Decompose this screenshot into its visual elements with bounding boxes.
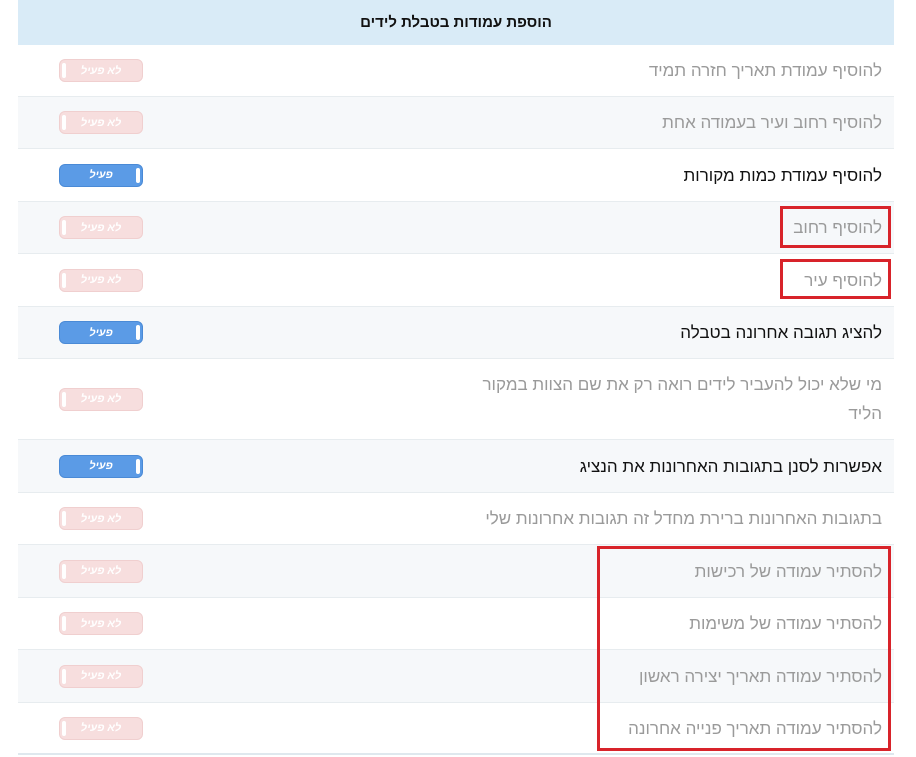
setting-label: להוסיף עיר	[804, 270, 882, 290]
setting-row-my-responses: בתגובות האחרונות ברירת מחדל זה תגובות אח…	[18, 493, 894, 545]
toggle-switch[interactable]: לא פעיל	[59, 612, 143, 635]
setting-label: להוסיף רחוב	[793, 218, 882, 237]
toggle-switch[interactable]: פעיל	[59, 454, 143, 478]
toggle-switch[interactable]: לא פעיל	[59, 59, 143, 82]
setting-label: להסתיר עמודה תאריך פנייה אחרונה	[628, 718, 882, 738]
settings-panel: הוספת עמודות בטבלת לידים להוסיף עמודת תא…	[18, 0, 894, 755]
setting-row-hide-purchases: להסתיר עמודה של רכישות לא פעיל	[18, 545, 894, 598]
setting-row-city: להוסיף עיר לא פעיל	[18, 254, 894, 307]
setting-label: בתגובות האחרונות ברירת מחדל זה תגובות אח…	[485, 509, 882, 528]
panel-title: הוספת עמודות בטבלת לידים	[18, 0, 894, 45]
setting-label: להוסיף רחוב ועיר בעמודה אחת	[662, 113, 882, 132]
setting-row-street-city: להוסיף רחוב ועיר בעמודה אחת לא פעיל	[18, 97, 894, 149]
setting-row-return-date: להוסיף עמודת תאריך חזרה תמיד לא פעיל	[18, 45, 894, 97]
toggle-switch[interactable]: לא פעיל	[59, 716, 143, 740]
toggle-switch[interactable]: לא פעיל	[59, 559, 143, 583]
setting-row-hide-tasks: להסתיר עמודה של משימות לא פעיל	[18, 598, 894, 650]
toggle-switch[interactable]: לא פעיל	[59, 664, 143, 688]
toggle-switch[interactable]: לא פעיל	[59, 111, 143, 134]
setting-row-team-name: מי שלא יכול להעביר לידים רואה רק את שם ה…	[18, 359, 894, 440]
setting-label: מי שלא יכול להעביר לידים רואה רק את שם ה…	[482, 375, 882, 423]
setting-label: להסתיר עמודה של משימות	[689, 614, 882, 633]
setting-row-last-response: להציג תגובה אחרונה בטבלה פעיל	[18, 307, 894, 359]
setting-label: להוסיף עמודת כמות מקורות	[683, 165, 882, 185]
setting-label: להוסיף עמודת תאריך חזרה תמיד	[648, 61, 882, 80]
setting-label: אפשרות לסנן בתגובות האחרונות את הנציג	[579, 456, 882, 476]
toggle-switch[interactable]: לא פעיל	[59, 268, 143, 292]
setting-row-street: להוסיף רחוב לא פעיל	[18, 202, 894, 254]
setting-label: להסתיר עמודה של רכישות	[694, 561, 882, 581]
toggle-switch[interactable]: פעיל	[59, 321, 143, 344]
setting-row-filter-rep: אפשרות לסנן בתגובות האחרונות את הנציג פע…	[18, 440, 894, 493]
toggle-switch[interactable]: לא פעיל	[59, 387, 143, 411]
setting-row-hide-last-contact: להסתיר עמודה תאריך פנייה אחרונה לא פעיל	[18, 703, 894, 755]
setting-label: להציג תגובה אחרונה בטבלה	[680, 323, 882, 342]
setting-row-sources-count: להוסיף עמודת כמות מקורות פעיל	[18, 149, 894, 202]
toggle-switch[interactable]: לא פעיל	[59, 216, 143, 239]
setting-row-hide-created: להסתיר עמודה תאריך יצירה ראשון לא פעיל	[18, 650, 894, 703]
setting-label: להסתיר עמודה תאריך יצירה ראשון	[639, 666, 882, 686]
toggle-switch[interactable]: פעיל	[59, 163, 143, 187]
toggle-switch[interactable]: לא פעיל	[59, 507, 143, 530]
